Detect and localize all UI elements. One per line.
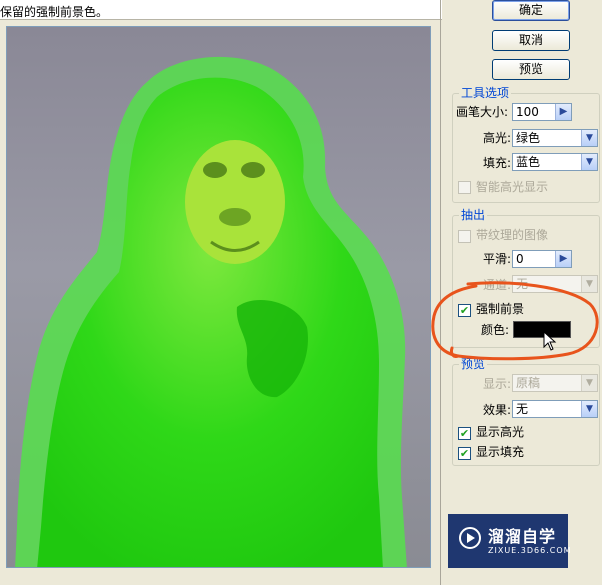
textured-image-checkbox[interactable] [458, 230, 471, 243]
brush-size-value: 100 [516, 105, 539, 119]
hint-bar: 保留的强制前景色。 [0, 0, 442, 20]
tool-options-title: 工具选项 [459, 86, 512, 100]
watermark-logo: 溜溜自学 ZIXUE.3D66.COM [448, 514, 571, 568]
highlight-label: 高光: [483, 131, 512, 145]
effect-value: 无 [516, 402, 529, 416]
mouse-pointer-icon [543, 331, 557, 351]
channel-select[interactable]: 无 ▼ [512, 275, 598, 293]
force-foreground-label: 强制前景 [476, 302, 525, 316]
show-fill-checkbox[interactable]: ✔ [458, 447, 471, 460]
chevron-right-icon[interactable]: ▶ [555, 104, 571, 120]
foreground-color-swatch[interactable] [513, 321, 571, 338]
fill-label: 填充: [483, 156, 512, 170]
show-select[interactable]: 原稿 ▼ [512, 374, 598, 392]
extract-title: 抽出 [459, 208, 488, 222]
hint-text: 保留的强制前景色。 [0, 5, 109, 19]
chevron-down-icon[interactable]: ▼ [581, 130, 597, 146]
watermark-title: 溜溜自学 [488, 527, 557, 546]
textured-image-label: 带纹理的图像 [476, 228, 549, 242]
monkey-face [185, 140, 285, 264]
brush-size-input[interactable]: 100 ▶ [512, 103, 572, 121]
fill-value: 蓝色 [516, 155, 541, 169]
chevron-down-icon[interactable]: ▼ [581, 154, 597, 170]
show-highlight-checkbox[interactable]: ✔ [458, 427, 471, 440]
show-value: 原稿 [516, 376, 541, 390]
smooth-input[interactable]: 0 ▶ [512, 250, 572, 268]
fill-select[interactable]: 蓝色 ▼ [512, 153, 598, 171]
force-foreground-checkbox[interactable]: ✔ [458, 304, 471, 317]
chevron-down-icon[interactable]: ▼ [581, 401, 597, 417]
highlight-value: 绿色 [516, 131, 541, 145]
show-fill-label: 显示填充 [476, 445, 525, 459]
highlight-select[interactable]: 绿色 ▼ [512, 129, 598, 147]
preview-canvas[interactable] [6, 26, 431, 568]
channel-label: 通道: [483, 278, 512, 292]
watermark-subtitle: ZIXUE.3D66.COM [488, 546, 572, 555]
panel-divider [440, 0, 441, 585]
brush-size-label: 画笔大小: [456, 105, 509, 119]
smooth-value: 0 [516, 252, 524, 266]
play-circle-icon [459, 527, 481, 549]
smart-highlight-checkbox[interactable] [458, 181, 471, 194]
effect-select[interactable]: 无 ▼ [512, 400, 598, 418]
preview-title: 预览 [459, 357, 488, 371]
preview-button[interactable]: 预览 [492, 59, 570, 80]
ok-button[interactable]: 确定 [492, 0, 570, 21]
chevron-down-icon[interactable]: ▼ [581, 276, 597, 292]
channel-value: 无 [516, 277, 529, 291]
smooth-label: 平滑: [483, 252, 512, 266]
monkey-highlight-image [15, 56, 407, 567]
chevron-down-icon[interactable]: ▼ [581, 375, 597, 391]
show-label: 显示: [483, 377, 512, 391]
show-highlight-label: 显示高光 [476, 425, 525, 439]
cancel-button[interactable]: 取消 [492, 30, 570, 51]
smart-highlight-label: 智能高光显示 [476, 180, 549, 194]
color-label: 颜色: [481, 323, 510, 337]
chevron-right-icon[interactable]: ▶ [555, 251, 571, 267]
effect-label: 效果: [483, 403, 512, 417]
